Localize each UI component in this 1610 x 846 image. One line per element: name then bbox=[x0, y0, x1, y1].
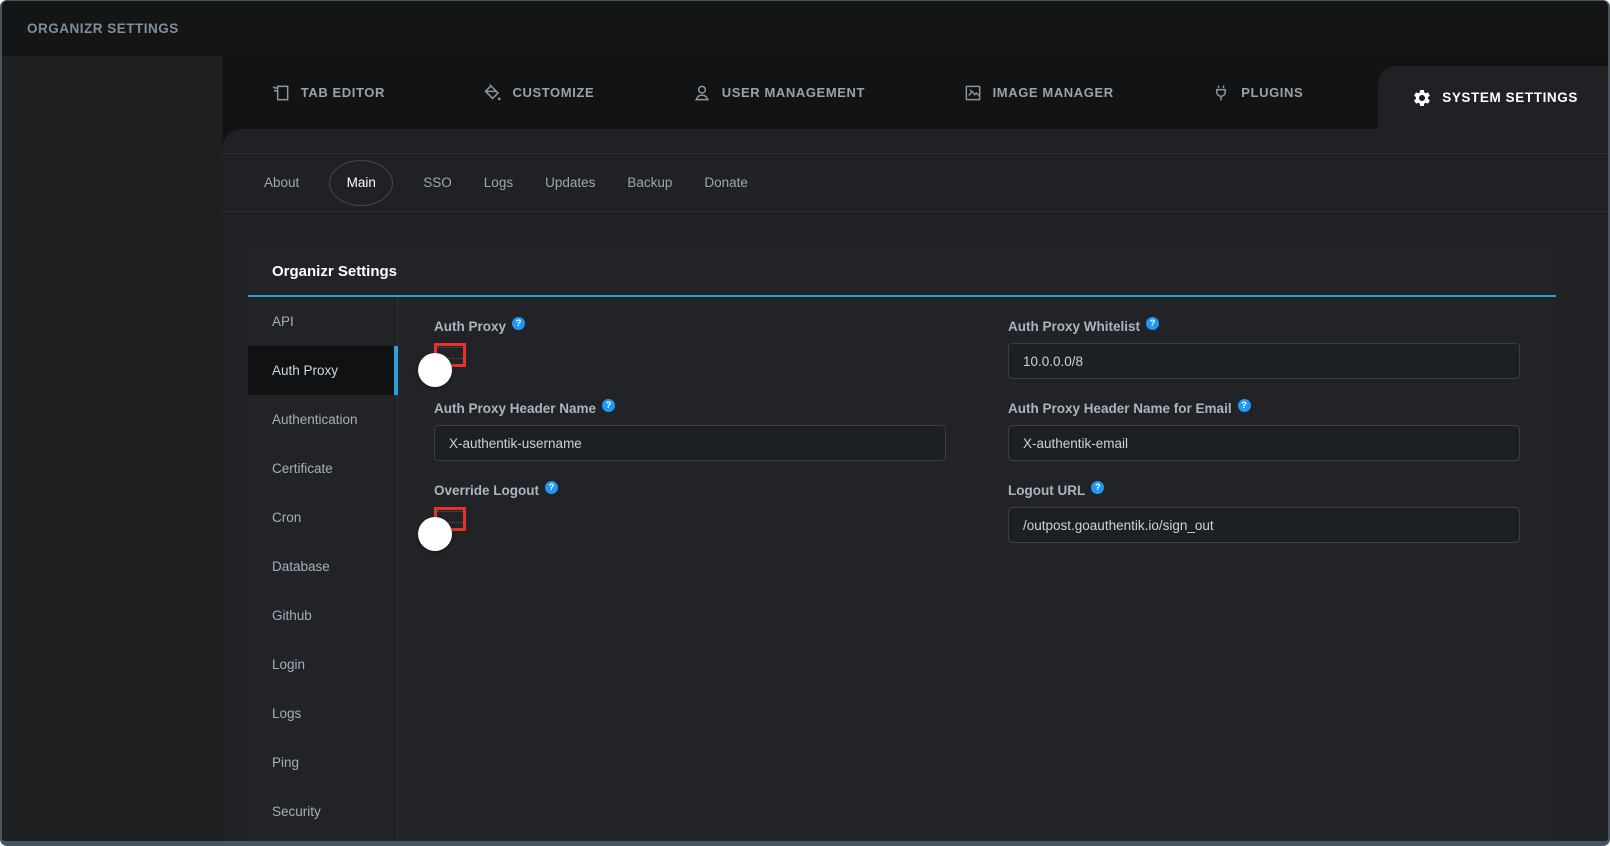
settings-nav: API Auth Proxy Authentication Certificat… bbox=[248, 297, 398, 841]
toggle-focus-outline bbox=[437, 347, 463, 359]
help-icon[interactable]: ? bbox=[602, 399, 615, 412]
card-title: Organizr Settings bbox=[272, 263, 397, 280]
main-tab-bar: TAB EDITOR CUSTOMIZE USER MANAGEMENT bbox=[222, 56, 1608, 129]
field-auth-proxy-whitelist: Auth Proxy Whitelist ? bbox=[1008, 309, 1520, 379]
active-indicator bbox=[394, 346, 398, 395]
nav-item-ping[interactable]: Ping bbox=[248, 738, 397, 787]
toggle-knob bbox=[418, 517, 452, 551]
field-label: Logout URL ? bbox=[1008, 483, 1520, 498]
field-label: Auth Proxy ? bbox=[434, 319, 946, 334]
image-icon bbox=[963, 83, 983, 103]
nav-item-github[interactable]: Github bbox=[248, 591, 397, 640]
subtab-logs[interactable]: Logs bbox=[482, 171, 515, 194]
tab-editor-icon bbox=[271, 83, 291, 103]
tab-label: TAB EDITOR bbox=[301, 85, 385, 100]
help-icon[interactable]: ? bbox=[545, 481, 558, 494]
field-logout-url: Logout URL ? bbox=[1008, 473, 1520, 543]
auth-proxy-header-email-input[interactable] bbox=[1008, 425, 1520, 461]
subtab-about[interactable]: About bbox=[262, 171, 301, 194]
nav-item-api[interactable]: API bbox=[248, 297, 397, 346]
logout-url-input[interactable] bbox=[1008, 507, 1520, 543]
help-icon[interactable]: ? bbox=[1238, 399, 1251, 412]
tab-plugins[interactable]: PLUGINS bbox=[1211, 83, 1303, 103]
page-title: ORGANIZR SETTINGS bbox=[27, 21, 179, 36]
field-label-text: Logout URL bbox=[1008, 483, 1085, 498]
tab-label: IMAGE MANAGER bbox=[993, 85, 1114, 100]
gear-icon bbox=[1412, 88, 1432, 108]
field-auth-proxy: Auth Proxy ? bbox=[434, 309, 946, 379]
nav-item-security[interactable]: Security bbox=[248, 787, 397, 836]
tab-label: CUSTOMIZE bbox=[513, 85, 595, 100]
subtab-main[interactable]: Main bbox=[329, 160, 393, 206]
subtab-backup[interactable]: Backup bbox=[625, 171, 674, 194]
system-settings-panel: About Main SSO Logs Updates Backup Donat… bbox=[222, 129, 1608, 841]
field-label-text: Override Logout bbox=[434, 483, 539, 498]
auth-proxy-form: Auth Proxy ? bbox=[398, 297, 1556, 841]
nav-item-database[interactable]: Database bbox=[248, 542, 397, 591]
card-header: Organizr Settings bbox=[248, 247, 1556, 297]
plug-icon bbox=[1211, 83, 1231, 103]
nav-item-certificate[interactable]: Certificate bbox=[248, 444, 397, 493]
tab-label: PLUGINS bbox=[1241, 85, 1303, 100]
tab-user-management[interactable]: USER MANAGEMENT bbox=[692, 83, 865, 103]
field-label-text: Auth Proxy Header Name bbox=[434, 401, 596, 416]
help-icon[interactable]: ? bbox=[1146, 317, 1159, 330]
topbar: ORGANIZR SETTINGS bbox=[2, 1, 1608, 56]
nav-item-cron[interactable]: Cron bbox=[248, 493, 397, 542]
customize-icon bbox=[483, 83, 503, 103]
nav-item-label: Auth Proxy bbox=[272, 363, 338, 378]
organizr-settings-window: ORGANIZR SETTINGS TAB EDITOR bbox=[0, 0, 1610, 846]
organizr-settings-card: Organizr Settings API Auth Proxy Authent… bbox=[248, 247, 1556, 841]
tab-system-settings[interactable]: SYSTEM SETTINGS bbox=[1378, 66, 1608, 129]
auth-proxy-whitelist-input[interactable] bbox=[1008, 343, 1520, 379]
field-auth-proxy-header-email: Auth Proxy Header Name for Email ? bbox=[1008, 391, 1520, 461]
field-label-text: Auth Proxy bbox=[434, 319, 506, 334]
tab-tab-editor[interactable]: TAB EDITOR bbox=[271, 83, 385, 103]
highlight-red-box bbox=[434, 507, 466, 531]
field-auth-proxy-header-name: Auth Proxy Header Name ? bbox=[434, 391, 946, 461]
field-label-text: Auth Proxy Whitelist bbox=[1008, 319, 1140, 334]
tab-customize[interactable]: CUSTOMIZE bbox=[483, 83, 595, 103]
user-icon bbox=[692, 83, 712, 103]
field-label: Auth Proxy Header Name ? bbox=[434, 401, 946, 416]
toggle-focus-outline bbox=[437, 511, 463, 523]
field-label-text: Auth Proxy Header Name for Email bbox=[1008, 401, 1232, 416]
left-sidebar-spacer bbox=[2, 56, 222, 841]
tab-label: USER MANAGEMENT bbox=[722, 85, 865, 100]
subtab-updates[interactable]: Updates bbox=[543, 171, 597, 194]
subtab-sso[interactable]: SSO bbox=[421, 171, 454, 194]
help-icon[interactable]: ? bbox=[1091, 481, 1104, 494]
toggle-knob bbox=[418, 353, 452, 387]
nav-item-authentication[interactable]: Authentication bbox=[248, 395, 397, 444]
field-label: Override Logout ? bbox=[434, 483, 946, 498]
nav-item-auth-proxy[interactable]: Auth Proxy bbox=[248, 346, 397, 395]
auth-proxy-header-name-input[interactable] bbox=[434, 425, 946, 461]
help-icon[interactable]: ? bbox=[512, 317, 525, 330]
highlight-red-box bbox=[434, 343, 466, 367]
subtab-bar: About Main SSO Logs Updates Backup Donat… bbox=[222, 153, 1608, 212]
tab-image-manager[interactable]: IMAGE MANAGER bbox=[963, 83, 1114, 103]
field-label: Auth Proxy Header Name for Email ? bbox=[1008, 401, 1520, 416]
tab-label: SYSTEM SETTINGS bbox=[1442, 90, 1578, 105]
nav-item-login[interactable]: Login bbox=[248, 640, 397, 689]
nav-item-logs[interactable]: Logs bbox=[248, 689, 397, 738]
subtab-donate[interactable]: Donate bbox=[702, 171, 750, 194]
field-override-logout: Override Logout ? bbox=[434, 473, 946, 543]
field-label: Auth Proxy Whitelist ? bbox=[1008, 319, 1520, 334]
